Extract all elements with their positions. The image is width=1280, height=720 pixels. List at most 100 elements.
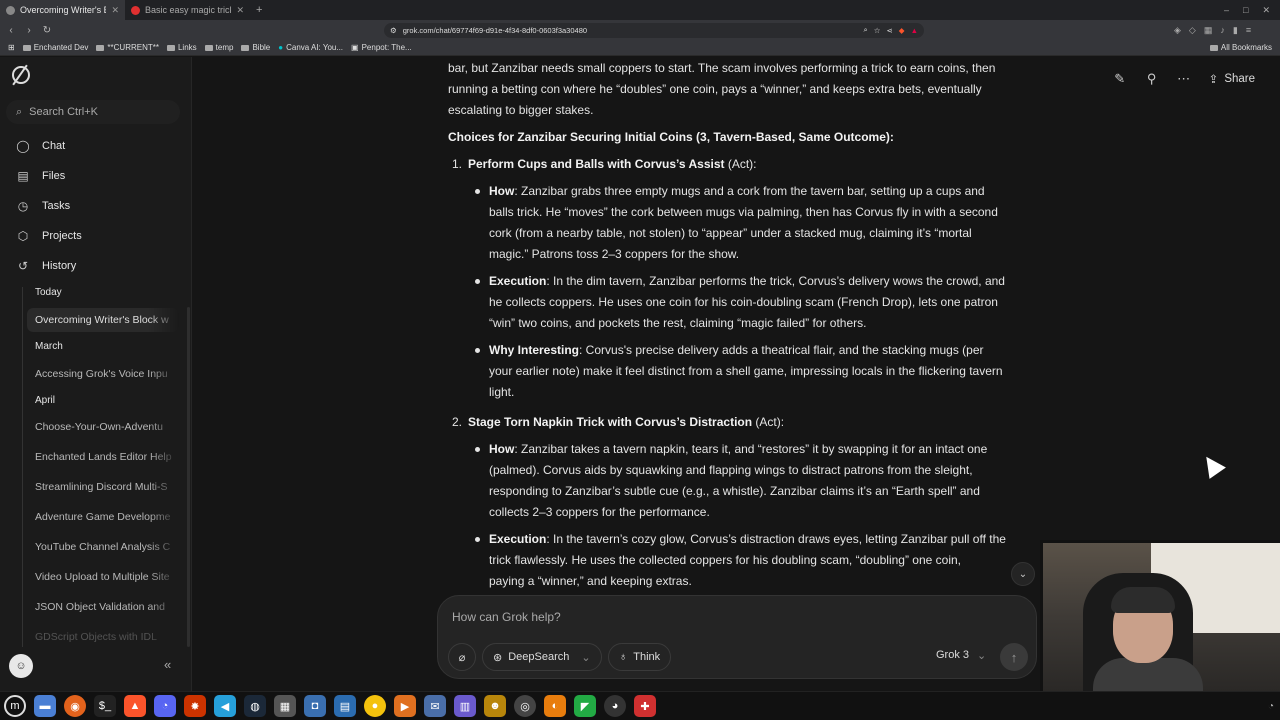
sidebar-icon[interactable]: ▮: [1233, 25, 1238, 36]
bookmark-item[interactable]: Enchanted Dev: [22, 43, 88, 52]
media-player-icon[interactable]: ▶: [394, 695, 416, 717]
search-input[interactable]: ⌕ Search Ctrl+K: [6, 100, 180, 124]
history-item[interactable]: Enchanted Lands Editor Help: [27, 445, 179, 469]
scroll-down-button[interactable]: ⌄: [1011, 562, 1035, 586]
discord-tray-icon[interactable]: ◔: [1268, 701, 1274, 712]
bookmark-item[interactable]: **CURRENT**: [96, 43, 159, 52]
sidebar-item-chat[interactable]: ◯ Chat: [8, 133, 178, 159]
brave-rewards-icon[interactable]: ▲: [911, 26, 918, 35]
avatar[interactable]: ☺: [9, 654, 33, 678]
calculator-icon[interactable]: ▦: [274, 695, 296, 717]
browser-nav-bar: ‹ › ↻ ⚙ grok.com/chat/69774f69-d91e-4f34…: [0, 20, 1280, 40]
browser-tab-active[interactable]: Overcoming Writer's B ✕: [0, 0, 125, 20]
chevron-down-icon[interactable]: ⌄: [581, 651, 590, 664]
history-item[interactable]: Accessing Grok's Voice Inpu: [27, 362, 179, 386]
history-item[interactable]: Streamlining Discord Multi-S: [27, 475, 179, 499]
bullet-dot: [475, 447, 480, 452]
discord-icon[interactable]: ◔: [154, 695, 176, 717]
think-button[interactable]: ♁ Think: [608, 643, 672, 671]
sidebar-item-files[interactable]: ▤ Files: [8, 163, 178, 189]
history-item[interactable]: Video Upload to Multiple Site: [27, 565, 179, 589]
close-tab-icon[interactable]: ✕: [236, 5, 244, 16]
edit-icon[interactable]: ✎: [1113, 71, 1127, 87]
deepsearch-button[interactable]: ⊛ DeepSearch ⌄: [482, 643, 602, 671]
screenshot-icon[interactable]: ◘: [304, 695, 326, 717]
new-tab-icon[interactable]: +: [250, 4, 268, 16]
app-icon[interactable]: ✸: [184, 695, 206, 717]
forward-icon[interactable]: ›: [22, 25, 36, 36]
terminal-icon[interactable]: $_: [94, 695, 116, 717]
sidebar-item-history[interactable]: ↺ History: [8, 253, 178, 279]
back-icon[interactable]: ‹: [4, 25, 18, 36]
brave-icon[interactable]: ▲: [124, 695, 146, 717]
bullet-dot: [475, 348, 480, 353]
sidebar-item-projects[interactable]: ⬡ Projects: [8, 223, 178, 249]
app-icon[interactable]: ✚: [634, 695, 656, 717]
file-manager-icon[interactable]: ▬: [34, 695, 56, 717]
godot-icon[interactable]: ☻: [484, 695, 506, 717]
document-icon[interactable]: ▤: [334, 695, 356, 717]
blender-icon[interactable]: ◐: [544, 695, 566, 717]
history-item[interactable]: YouTube Channel Analysis C: [27, 535, 179, 559]
github-icon[interactable]: ◕: [604, 695, 626, 717]
bookmark-item[interactable]: Bible: [241, 43, 270, 52]
extension-icon[interactable]: ◇: [1189, 25, 1196, 36]
bookmark-item[interactable]: temp: [204, 43, 233, 52]
bookmark-star-icon[interactable]: ☆: [874, 26, 881, 35]
share-icon[interactable]: ⋖: [886, 26, 892, 35]
attach-button[interactable]: ⌀: [448, 643, 476, 671]
webcam-overlay: [1040, 540, 1280, 692]
extension-icon[interactable]: ◈: [1174, 25, 1181, 36]
collapse-sidebar-icon[interactable]: «: [164, 657, 171, 672]
reload-icon[interactable]: ↻: [40, 25, 54, 36]
all-bookmarks[interactable]: All Bookmarks: [1209, 43, 1280, 52]
site-info-icon[interactable]: ⚙: [390, 26, 397, 35]
send-button[interactable]: ↑: [1000, 643, 1028, 671]
menu-icon[interactable]: ≡: [1246, 25, 1251, 36]
pin-icon[interactable]: ⚲: [1145, 71, 1159, 87]
sidebar-item-tasks[interactable]: ◷ Tasks: [8, 193, 178, 219]
obs-icon[interactable]: ◎: [514, 695, 536, 717]
message-text: running a betting con where he “doubles”…: [448, 82, 982, 96]
webcam-person-hair: [1111, 587, 1175, 613]
close-tab-icon[interactable]: ✕: [111, 5, 119, 16]
more-icon[interactable]: ⋯: [1177, 71, 1191, 87]
app-icon[interactable]: ◤: [574, 695, 596, 717]
start-menu-icon[interactable]: m: [4, 695, 26, 717]
history-item[interactable]: JSON Object Validation and: [27, 595, 179, 619]
apps-icon[interactable]: ⊞: [8, 43, 15, 52]
url-bar[interactable]: ⚙ grok.com/chat/69774f69-d91e-4f34-8df0-…: [384, 22, 924, 38]
bookmark-item[interactable]: ● Canva AI: You...: [278, 43, 343, 52]
history-item-active[interactable]: Overcoming Writer's Block w: [27, 308, 179, 332]
folder-icon: [241, 44, 250, 51]
maximize-icon[interactable]: □: [1243, 5, 1248, 16]
music-icon[interactable]: ♪: [1220, 25, 1225, 36]
sidebar-scrollbar[interactable]: [187, 307, 190, 647]
firefox-icon[interactable]: ◉: [64, 695, 86, 717]
vscode-icon[interactable]: ◀: [214, 695, 236, 717]
puzzle-icon[interactable]: ▦: [1204, 25, 1213, 36]
webcam-person-body: [1093, 658, 1203, 692]
close-window-icon[interactable]: ✕: [1262, 5, 1270, 16]
brave-shield-icon[interactable]: ◆: [899, 26, 905, 35]
browser-tab[interactable]: Basic easy magic tricks - Y ✕: [125, 0, 250, 20]
minimize-icon[interactable]: –: [1224, 5, 1229, 16]
bookmark-item[interactable]: ▣ Penpot: The...: [351, 43, 412, 52]
prompt-input[interactable]: How can Grok help?: [452, 610, 561, 624]
share-button[interactable]: ⇪ Share: [1209, 72, 1255, 86]
history-item[interactable]: Adventure Game Developme: [27, 505, 179, 529]
steam-icon[interactable]: ◍: [244, 695, 266, 717]
mail-icon[interactable]: ✉: [424, 695, 446, 717]
model-selector[interactable]: Grok 3 ⌄: [936, 649, 986, 662]
canva-icon: ●: [278, 43, 284, 52]
text-editor-icon[interactable]: ▥: [454, 695, 476, 717]
chevron-down-icon: ⌄: [1018, 568, 1028, 580]
grok-logo-icon[interactable]: [12, 66, 30, 84]
chrome-icon[interactable]: ●: [364, 695, 386, 717]
box-icon: ⬡: [17, 229, 29, 243]
history-item[interactable]: GDScript Objects with IDL: [27, 625, 179, 649]
zoom-icon[interactable]: ⌕: [864, 25, 868, 35]
message-composer[interactable]: How can Grok help? ⌀ ⊛ DeepSearch ⌄ ♁ Th…: [437, 595, 1037, 679]
history-item[interactable]: Choose-Your-Own-Adventu: [27, 415, 179, 439]
bookmark-item[interactable]: Links: [166, 43, 197, 52]
